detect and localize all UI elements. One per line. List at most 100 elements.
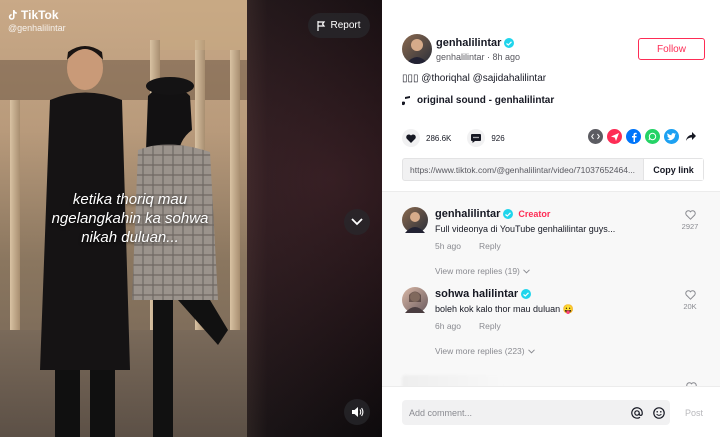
author-meta: genhalilintar · 8h ago	[436, 52, 521, 62]
comment-time: 5h ago	[435, 241, 461, 251]
emoji-icon	[653, 406, 665, 419]
twitter-share-button[interactable]	[664, 129, 679, 144]
comment-count: 926	[491, 133, 505, 143]
video-description: ▯▯▯ @thoriqhal @sajidahalilintar	[402, 73, 547, 84]
comment-text: boleh kok kalo thor mau duluan 😛	[435, 304, 574, 314]
caption-line: ngelangkahin ka sohwa	[51, 210, 209, 227]
view-more-label[interactable]: View more replies (223)	[435, 346, 525, 356]
tiktok-video-page: ketika thoriq mau ngelangkahin ka sohwa …	[0, 0, 720, 437]
avatar-image	[405, 212, 425, 233]
woman-figure	[132, 77, 228, 437]
comment-icon	[471, 133, 482, 143]
follow-button[interactable]: Follow	[638, 38, 705, 60]
chevron-down-icon	[351, 218, 363, 226]
comment-item: sohwa halilintar boleh kok kalo thor mau…	[402, 287, 702, 337]
verified-icon	[504, 38, 515, 48]
username-text[interactable]: genhalilintar	[436, 37, 501, 49]
comment-input-box[interactable]	[402, 400, 670, 425]
comment-item: genhalilintar Creator Full videonya di Y…	[402, 207, 702, 257]
avatar[interactable]	[402, 207, 428, 233]
share-arrow-icon	[685, 132, 696, 141]
like-button[interactable]	[402, 129, 420, 147]
facebook-icon	[631, 132, 637, 142]
comment-like-count: 2927	[681, 222, 699, 231]
tiktok-watermark: TikTok	[8, 8, 59, 22]
verified-icon	[503, 209, 514, 219]
comment-author-name[interactable]: genhalilintar	[435, 208, 500, 220]
caption-line: ketika thoriq mau	[72, 191, 188, 208]
mute-button[interactable]	[344, 399, 370, 425]
view-more-replies[interactable]: View more replies (19)	[435, 266, 530, 276]
music-note-icon	[402, 95, 410, 105]
sound-name[interactable]: original sound - genhalilintar	[417, 95, 554, 106]
avatar[interactable]	[402, 287, 428, 313]
chevron-down-icon	[523, 268, 530, 274]
video-frame[interactable]: ketika thoriq mau ngelangkahin ka sohwa …	[0, 0, 247, 437]
mention-button[interactable]	[626, 406, 648, 419]
ruin-column	[230, 50, 240, 330]
watermark-brand: TikTok	[21, 8, 59, 22]
whatsapp-icon	[648, 132, 657, 141]
tiktok-logo-icon	[8, 9, 17, 20]
comment-author[interactable]: sohwa halilintar	[435, 288, 532, 300]
reply-button[interactable]: Reply	[479, 321, 501, 331]
verified-icon	[521, 289, 532, 299]
reply-button[interactable]: Reply	[479, 241, 501, 251]
caption-line: nikah duluan...	[81, 229, 179, 246]
video-link-box: https://www.tiktok.com/@genhalilintar/vi…	[402, 158, 704, 181]
send-icon	[610, 132, 619, 141]
loading-comment-placeholder	[402, 375, 502, 386]
avatar-image	[405, 291, 425, 313]
embed-icon	[591, 133, 600, 140]
report-label: Report	[330, 20, 361, 31]
send-to-friends-button[interactable]	[607, 129, 622, 144]
comment-like-button[interactable]: 20K	[678, 290, 702, 311]
comments-list[interactable]: genhalilintar Creator Full videonya di Y…	[382, 191, 720, 386]
heart-outline-icon	[684, 210, 696, 220]
video-link-text[interactable]: https://www.tiktok.com/@genhalilintar/vi…	[403, 165, 643, 175]
emoji-button[interactable]	[648, 406, 670, 419]
volume-icon	[351, 407, 363, 417]
author-username[interactable]: genhalilintar	[436, 37, 515, 49]
report-button[interactable]: Report	[308, 13, 370, 38]
more-share-button[interactable]	[683, 129, 698, 144]
ruin-column	[10, 100, 20, 330]
comment-meta: 6h ago Reply	[435, 321, 501, 331]
comment-author[interactable]: genhalilintar Creator	[435, 208, 550, 220]
comment-input[interactable]	[402, 407, 626, 418]
comment-text: Full videonya di YouTube genhalilintar g…	[435, 224, 616, 234]
comment-footer: Post	[382, 386, 720, 437]
embed-button[interactable]	[588, 129, 603, 144]
avatar[interactable]	[402, 34, 432, 64]
avatar-image	[406, 39, 428, 64]
like-count: 286.6K	[426, 133, 452, 143]
creator-badge: Creator	[518, 209, 551, 219]
whatsapp-share-button[interactable]	[645, 129, 660, 144]
video-caption: ketika thoriq mau ngelangkahin ka sohwa …	[30, 190, 230, 247]
chevron-down-icon	[527, 348, 535, 354]
comment-author-name[interactable]: sohwa halilintar	[435, 288, 518, 300]
watermark-handle: @genhalilintar	[8, 23, 66, 33]
at-icon	[631, 406, 643, 419]
facebook-share-button[interactable]	[626, 129, 641, 144]
twitter-icon	[667, 132, 676, 140]
sound-link[interactable]: original sound - genhalilintar	[402, 95, 554, 106]
heart-icon	[406, 133, 416, 143]
info-panel: genhalilintar genhalilintar · 8h ago Fol…	[382, 0, 720, 437]
comment-like-count: 20K	[683, 302, 697, 311]
engagement-stats: 286.6K 926	[402, 128, 505, 148]
flag-icon	[317, 20, 326, 31]
post-button[interactable]: Post	[685, 408, 703, 418]
view-more-replies[interactable]: View more replies (223)	[435, 346, 535, 356]
share-row	[588, 129, 698, 144]
next-video-button[interactable]	[344, 209, 370, 235]
comment-time: 6h ago	[435, 321, 461, 331]
view-more-label[interactable]: View more replies (19)	[435, 266, 520, 276]
copy-link-button[interactable]: Copy link	[643, 159, 703, 180]
comment-like-button[interactable]: 2927	[678, 210, 702, 231]
comment-button[interactable]	[467, 129, 486, 147]
ruin-top	[160, 0, 247, 50]
video-player[interactable]: ketika thoriq mau ngelangkahin ka sohwa …	[0, 0, 382, 437]
comment-meta: 5h ago Reply	[435, 241, 501, 251]
heart-outline-icon	[684, 290, 696, 300]
